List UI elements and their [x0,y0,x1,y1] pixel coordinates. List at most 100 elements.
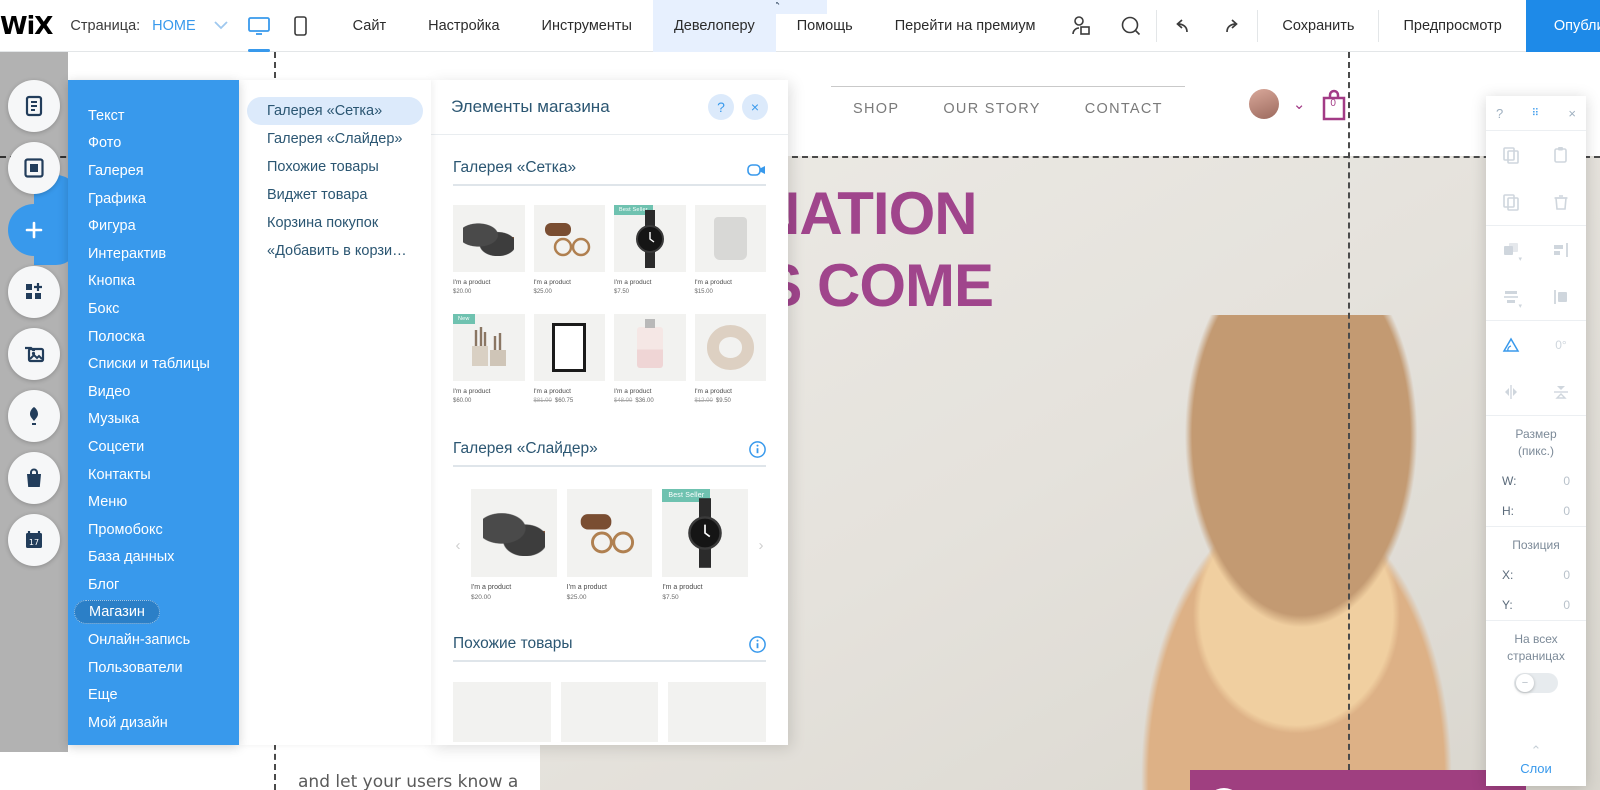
category-item-15[interactable]: Промобокс [68,516,239,544]
category-item-8[interactable]: Полоска [68,323,239,351]
product-card[interactable]: I'm a product $15.00 [695,205,767,295]
floating-toolbar[interactable]: ? ⠿ × ▾ ▾ [1486,96,1586,786]
product-card[interactable]: I'm a product $12.00$9.50 [695,314,767,404]
toolbar-row-copy-paste[interactable] [1486,131,1586,178]
site-nav[interactable]: HOME SHOP OUR STORY CONTACT [738,84,1185,125]
category-item-13[interactable]: Контакты [68,461,239,489]
category-item-16[interactable]: База данных [68,544,239,572]
distribute-icon[interactable]: ▾ [1486,273,1536,320]
category-item-10[interactable]: Видео [68,378,239,406]
about-text[interactable]: and let your users know a little more ab… [298,770,528,790]
menu-item-upgrade[interactable]: Перейти на премиум [874,0,1057,52]
pages-icon[interactable] [8,80,60,132]
undo-icon[interactable] [1157,0,1207,52]
grid-gallery-row-2[interactable]: New I'm a product $60.00 I'm a product $… [453,314,766,404]
top-bar[interactable]: ⌃ WiX Страница: HOME Сайт Настройка Инст… [0,0,1600,52]
all-pages-toggle[interactable]: − [1514,673,1558,693]
related-products-row[interactable] [453,682,766,742]
product-card[interactable] [453,682,551,742]
menu-item-developer[interactable]: Девелоперу [653,0,776,52]
category-item-3[interactable]: Графика [68,185,239,213]
toolbar-row-arrange-align[interactable]: ▾ [1486,226,1586,273]
paste-icon[interactable] [1536,131,1586,178]
avatar[interactable] [1249,89,1279,119]
product-card[interactable]: New I'm a product $60.00 [453,314,525,404]
subitem-shopping-cart[interactable]: Корзина покупок [247,209,423,237]
x-value[interactable]: 0 [1563,568,1570,582]
mobile-icon[interactable] [286,6,316,46]
help-icon[interactable]: ? [1496,106,1503,121]
nav-link-shop[interactable]: SHOP [831,86,921,123]
toolbar-row-flip[interactable] [1486,368,1586,415]
height-value[interactable]: 0 [1563,504,1570,518]
category-item-4[interactable]: Фигура [68,212,239,240]
category-item-20[interactable]: Пользователи [68,654,239,682]
menu-item-settings[interactable]: Настройка [407,0,520,52]
category-item-1[interactable]: Фото [68,130,239,158]
save-button[interactable]: Сохранить [1258,0,1378,52]
category-item-0[interactable]: Текст [68,102,239,130]
drag-handle-icon[interactable]: ⠿ [1503,108,1568,119]
store-subitem-panel[interactable]: Галерея «Сетка» Галерея «Слайдер» Похожи… [239,80,431,745]
category-item-14[interactable]: Меню [68,488,239,516]
nav-link-contact[interactable]: CONTACT [1063,86,1185,123]
info-icon[interactable] [749,441,766,458]
width-field[interactable]: W: 0 [1486,466,1586,496]
zoom-out-icon[interactable] [1106,0,1156,52]
cart-icon[interactable]: 0 [1319,87,1349,121]
slider-items[interactable]: I'm a product $20.00 I'm a product $25.0… [471,489,748,601]
category-item-7[interactable]: Бокс [68,295,239,323]
close-icon[interactable]: × [1568,106,1576,121]
media-icon[interactable] [8,328,60,380]
product-card[interactable]: I'm a product $20.00 [471,489,557,601]
subitem-add-to-cart[interactable]: «Добавить в корзи… [247,237,423,265]
wix-logo[interactable]: WiX [0,0,52,52]
x-field[interactable]: X: 0 [1486,560,1586,590]
slider-prev-arrow[interactable]: ‹ [453,537,463,554]
product-card[interactable]: I'm a product $25.00 [567,489,653,601]
toolbar-icons[interactable] [1056,0,1258,52]
menu-item-tools[interactable]: Инструменты [521,0,653,52]
product-card[interactable]: I'm a product $25.00 [534,205,606,295]
category-item-21[interactable]: Еще [68,681,239,709]
design-icon[interactable] [8,142,60,194]
viewport-toggles[interactable] [228,0,332,52]
flip-horizontal-icon[interactable] [1486,368,1536,415]
redo-icon[interactable] [1207,0,1257,52]
width-value[interactable]: 0 [1563,474,1570,488]
bookings-icon[interactable]: 17 [8,514,60,566]
category-item-11[interactable]: Музыка [68,406,239,434]
category-panel[interactable]: Текст Фото Галерея Графика Фигура Интера… [68,80,239,745]
category-item-5[interactable]: Интерактив [68,240,239,268]
product-card[interactable]: Best Seller I'm a product $7.50 [614,205,686,295]
product-card[interactable]: Best Seller I'm a product $7.50 [662,489,748,601]
add-icon[interactable] [8,204,60,256]
user-icon[interactable] [1056,0,1106,52]
slider-gallery[interactable]: ‹ I'm a product $20.00 I'm a product $25… [453,489,766,601]
category-item-9[interactable]: Списки и таблицы [68,350,239,378]
publish-button[interactable]: Опубликовать [1526,0,1600,52]
desktop-icon[interactable] [244,6,274,46]
category-item-22[interactable]: Мой дизайн [68,709,239,737]
category-item-12[interactable]: Соцсети [68,433,239,461]
chevron-down-icon[interactable] [214,21,228,30]
align-icon[interactable] [1536,226,1586,273]
product-card[interactable] [668,682,766,742]
layers-label[interactable]: Слои [1486,761,1586,776]
product-card[interactable]: I'm a product $81.00$60.75 [534,314,606,404]
y-field[interactable]: Y: 0 [1486,590,1586,620]
left-rail[interactable]: 17 [8,80,60,576]
menu-item-site[interactable]: Сайт [332,0,407,52]
close-icon[interactable]: × [742,94,768,120]
chevron-down-icon[interactable]: ▾ [1518,302,1522,310]
duplicate-icon[interactable] [1486,178,1536,225]
info-icon[interactable] [749,636,766,653]
category-item-6[interactable]: Кнопка [68,268,239,296]
blog-icon[interactable] [8,390,60,442]
subitem-product-widget[interactable]: Виджет товара [247,181,423,209]
category-item-19[interactable]: Онлайн-запись [68,626,239,654]
chevron-down-icon[interactable]: ⌄ [1293,95,1306,113]
toolbar-row-duplicate-delete[interactable] [1486,178,1586,225]
video-icon[interactable] [747,163,766,177]
chevron-down-icon[interactable]: ▾ [1518,255,1522,263]
